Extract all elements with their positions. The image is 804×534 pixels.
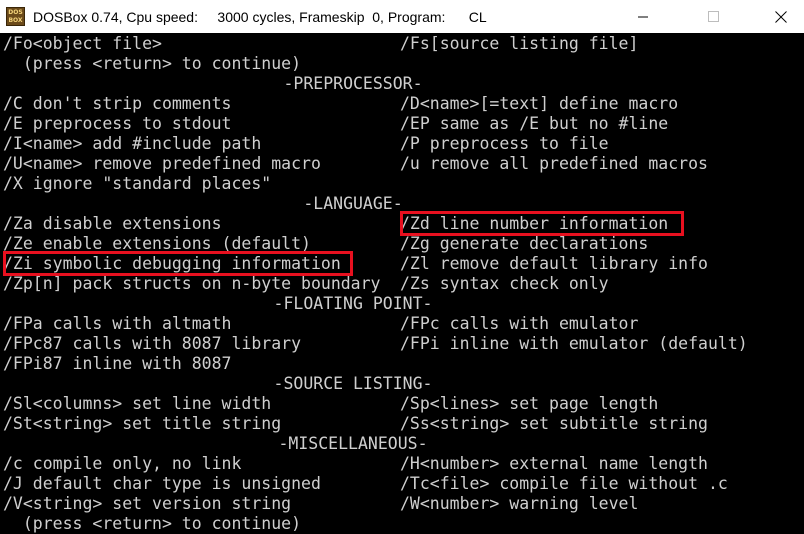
option-text-right: /Sp<lines> set page length: [400, 394, 659, 413]
option-text-left: /X ignore "standard places": [3, 174, 272, 193]
option-text-right: /FPc calls with emulator: [400, 314, 639, 333]
window-title: DOSBox 0.74, Cpu speed: 3000 cycles, Fra…: [33, 8, 487, 25]
option-text-left: /St<string> set title string: [3, 414, 282, 433]
section-heading: -SOURCE LISTING-: [273, 374, 433, 393]
option-text-right: /Fs[source listing file]: [400, 34, 639, 53]
console-line: (press <return> to continue): [3, 54, 803, 74]
dos-console[interactable]: /Fo<object file> /Fs[source listing file]…: [3, 34, 803, 534]
minimize-button[interactable]: [620, 0, 666, 33]
option-text-left: /FPi87 inline with 8087: [3, 354, 232, 373]
console-line: -FLOATING POINT-: [3, 294, 803, 314]
option-text-left: (press <return> to continue): [3, 54, 302, 73]
option-text-right: /D<name>[=text] define macro: [400, 94, 679, 113]
option-text-left: /FPc87 calls with 8087 library: [3, 334, 302, 353]
console-line: (press <return> to continue): [3, 514, 803, 534]
option-text-right: /Ss<string> set subtitle string: [400, 414, 708, 433]
console-line: /Fo<object file> /Fs[source listing file]: [3, 34, 803, 54]
option-text-left: /J default char type is unsigned: [3, 474, 321, 493]
console-line: /Zp[n] pack structs on n-byte boundary/Z…: [3, 274, 803, 294]
option-text-left: /I<name> add #include path: [3, 134, 262, 153]
console-line: /FPi87 inline with 8087: [3, 354, 803, 374]
console-line: /FPa calls with altmath/FPc calls with e…: [3, 314, 803, 334]
section-heading: -PREPROCESSOR-: [283, 74, 423, 93]
maximize-button[interactable]: [690, 0, 736, 33]
option-text-right: /FPi inline with emulator (default): [400, 334, 748, 353]
option-text-right: /W<number> warning level: [400, 494, 639, 513]
highlight-box: [3, 251, 353, 276]
option-text-right: /H<number> external name length: [400, 454, 708, 473]
console-line: /U<name> remove predefined macro/u remov…: [3, 154, 803, 174]
maximize-icon: [707, 11, 719, 22]
option-text-left: /FPa calls with altmath: [3, 314, 232, 333]
minimize-icon: [637, 16, 648, 18]
console-line: -SOURCE LISTING-: [3, 374, 803, 394]
dosbox-icon[interactable]: DOS BOX: [6, 7, 25, 26]
option-text-right: /u remove all predefined macros: [400, 154, 708, 173]
option-text-left: /C don't strip comments: [3, 94, 232, 113]
option-text-right: /Zs syntax check only: [400, 274, 609, 293]
option-text-right: /EP same as /E but no #line: [400, 114, 669, 133]
option-text-left: /E preprocess to stdout: [3, 114, 232, 133]
console-line: /c compile only, no link/H<number> exter…: [3, 454, 803, 474]
section-heading: -MISCELLANEOUS-: [278, 434, 428, 453]
close-button[interactable]: [758, 0, 804, 33]
option-text-left: /c compile only, no link: [3, 454, 242, 473]
console-line: -MISCELLANEOUS-: [3, 434, 803, 454]
option-text-left: /Zp[n] pack structs on n-byte boundary: [3, 274, 381, 293]
console-line: /FPc87 calls with 8087 library/FPi inlin…: [3, 334, 803, 354]
title-bar: DOS BOX DOSBox 0.74, Cpu speed: 3000 cyc…: [0, 0, 804, 33]
console-line: /I<name> add #include path/P preprocess …: [3, 134, 803, 154]
highlight-box: [400, 211, 684, 236]
option-text-left: /U<name> remove predefined macro: [3, 154, 321, 173]
console-line: -PREPROCESSOR-: [3, 74, 803, 94]
console-line: /V<string> set version string/W<number> …: [3, 494, 803, 514]
option-text-left: /Sl<columns> set line width: [3, 394, 272, 413]
option-text-right: /Zg generate declarations: [400, 234, 649, 253]
option-text-left: /Fo<object file>: [3, 34, 162, 53]
option-text-right: /Tc<file> compile file without .c: [400, 474, 728, 493]
console-line: /J default char type is unsigned/Tc<file…: [3, 474, 803, 494]
option-text-left: (press <return> to continue): [3, 514, 302, 533]
option-text-right: /P preprocess to file: [400, 134, 609, 153]
console-line: /E preprocess to stdout/EP same as /E bu…: [3, 114, 803, 134]
console-line: /C don't strip comments/D<name>[=text] d…: [3, 94, 803, 114]
option-text-right: /Zl remove default library info: [400, 254, 708, 273]
console-line: /X ignore "standard places": [3, 174, 803, 194]
option-text-left: /V<string> set version string: [3, 494, 292, 513]
console-line: /St<string> set title string/Ss<string> …: [3, 414, 803, 434]
close-icon: [775, 10, 787, 23]
option-text-left: /Za disable extensions: [3, 214, 222, 233]
section-heading: -FLOATING POINT-: [273, 294, 433, 313]
console-line: /Sl<columns> set line width/Sp<lines> se…: [3, 394, 803, 414]
section-heading: -LANGUAGE-: [303, 194, 403, 213]
